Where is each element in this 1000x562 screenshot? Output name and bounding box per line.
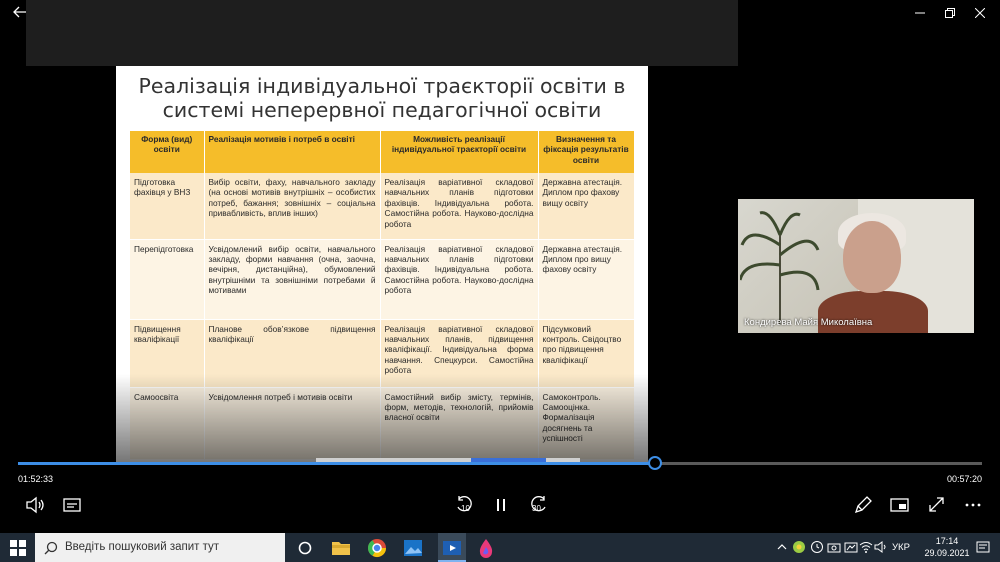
table-cell: Реалізація варіативної складової навчаль… (380, 319, 539, 388)
participant-face (843, 221, 901, 293)
video-top-band (26, 0, 738, 66)
paint-drop-icon[interactable] (475, 537, 497, 559)
table-cell: Державна атестація. Диплом про фахову ви… (538, 173, 635, 240)
table-cell: Усвідомлення потреб і мотивів освіти (204, 387, 381, 460)
notifications-icon[interactable] (976, 541, 990, 557)
taskbar: Введіть пошуковий запит тут УКР 17:14 29… (0, 533, 1000, 562)
plant-image (740, 211, 820, 325)
clock-time[interactable]: 17:14 (927, 536, 967, 546)
slide-title-line: системі неперервної педагогічної освіти (162, 98, 602, 122)
table-cell: Підсумковий контроль. Свідоцтво про підв… (538, 319, 635, 388)
onedrive-icon[interactable] (844, 540, 858, 556)
table-cell: Самоосвіта (130, 387, 205, 460)
subtitles-icon[interactable] (61, 494, 85, 516)
table-cell: Підготовка фахівця у ВНЗ (130, 173, 205, 240)
seek-bar[interactable] (18, 462, 982, 465)
table-row: Підготовка фахівця у ВНЗ Вибір освіти, ф… (130, 173, 635, 240)
more-options-icon[interactable] (962, 494, 986, 516)
chrome-icon[interactable] (366, 537, 388, 559)
table-cell: Вибір освіти, фаху, навчального закладу … (204, 173, 381, 240)
presentation-slide: Реалізація індивідуальної траєкторії осв… (116, 66, 648, 464)
media-player-taskbar-icon[interactable] (438, 533, 466, 562)
photos-icon[interactable] (402, 537, 424, 559)
skip-back-label: 10 (461, 504, 470, 513)
show-hidden-icons[interactable] (777, 542, 787, 554)
pause-button[interactable] (489, 494, 513, 516)
table-row: Самоосвіта Усвідомлення потреб і мотивів… (130, 387, 635, 460)
table-cell: Реалізація варіативної складової навчаль… (380, 239, 539, 320)
camera-tray-icon[interactable] (827, 540, 841, 556)
table-cell: Державна атестація. Диплом про вищу фахо… (538, 239, 635, 320)
search-icon (44, 541, 58, 555)
volume-tray-icon[interactable] (874, 540, 888, 556)
close-button[interactable] (960, 0, 1000, 26)
table-header: Визначення та фіксація результатів освіт… (538, 131, 635, 173)
clock-date[interactable]: 29.09.2021 (921, 548, 973, 558)
seek-bar-progress (18, 462, 655, 465)
language-indicator[interactable]: УКР (892, 542, 910, 553)
slide-title-line: Реалізація індивідуальної траєкторії осв… (138, 74, 626, 98)
participant-name: Кондирева Майя Миколаївна (744, 317, 873, 328)
seek-thumb[interactable] (648, 456, 662, 470)
table-cell: Планове обов’язкове підвищення кваліфіка… (204, 319, 381, 388)
table-cell: Усвідомлений вибір освіти, навчального з… (204, 239, 381, 320)
mini-view-icon[interactable] (888, 494, 912, 516)
remaining-time: 00:57:20 (946, 474, 982, 484)
taskbar-search-box[interactable]: Введіть пошуковий запит тут (35, 533, 285, 562)
pen-icon[interactable] (851, 494, 875, 516)
tray-clock-icon[interactable] (810, 540, 824, 556)
volume-icon[interactable] (24, 494, 48, 516)
table-header: Реалізація мотивів і потреб в освіті (204, 131, 381, 173)
windows-start-icon[interactable] (10, 540, 26, 556)
table-cell: Самостійний вибір змісту, термінів, форм… (380, 387, 539, 460)
table-cell: Реалізація варіативної складової навчаль… (380, 173, 539, 240)
skip-forward-button[interactable]: 30 (526, 494, 550, 516)
table-row: Перепідготовка Усвідомлений вибір освіти… (130, 239, 635, 320)
tray-app-icon[interactable] (792, 540, 806, 556)
table-row: Підвищення кваліфікації Планове обов’язк… (130, 319, 635, 388)
file-explorer-icon[interactable] (330, 537, 352, 559)
table-cell: Перепідготовка (130, 239, 205, 320)
webcam-tile: Кондирева Майя Миколаївна (738, 199, 974, 333)
elapsed-time: 01:52:33 (18, 474, 54, 484)
task-view-icon[interactable] (294, 537, 316, 559)
table-header-row: Форма (вид) освіти Реалізація мотивів і … (130, 131, 635, 173)
skip-back-button[interactable]: 10 (453, 494, 477, 516)
skip-forward-label: 30 (532, 504, 541, 513)
table-cell: Самоконтроль. Самооцінка. Формалізація д… (538, 387, 635, 460)
search-placeholder: Введіть пошуковий запит тут (65, 541, 220, 553)
table-header: Можливість реалізації індивідуальної тра… (380, 131, 539, 173)
fullscreen-icon[interactable] (925, 494, 949, 516)
table-cell: Підвищення кваліфікації (130, 319, 205, 388)
trajectory-table: Форма (вид) освіти Реалізація мотивів і … (130, 131, 635, 460)
media-player-window: { "slide": { "title_line1": "Реалізація … (0, 0, 1000, 562)
table-header: Форма (вид) освіти (130, 131, 205, 173)
slide-title: Реалізація індивідуальної траєкторії осв… (116, 74, 648, 122)
wifi-icon[interactable] (859, 540, 873, 556)
